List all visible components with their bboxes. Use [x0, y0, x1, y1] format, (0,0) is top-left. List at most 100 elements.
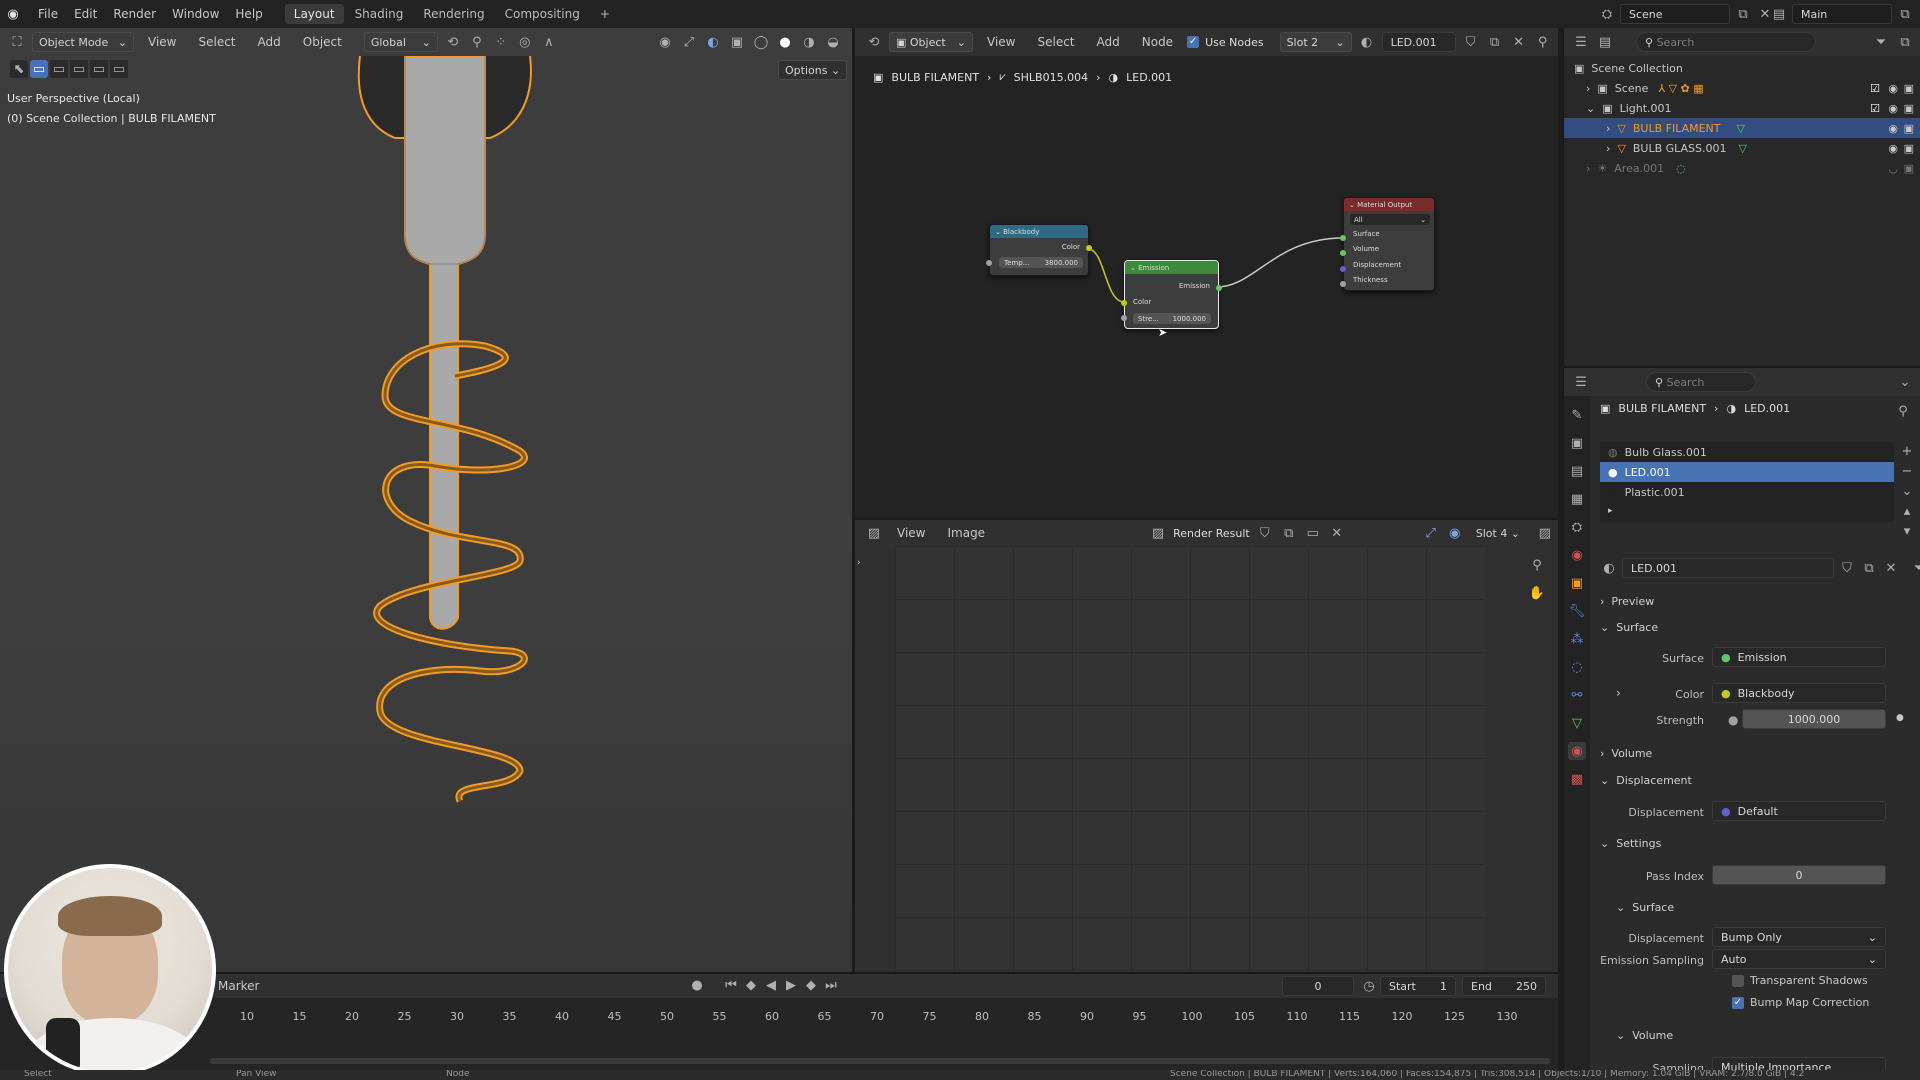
outliner-row-bulb-glass[interactable]: › ▽ BULB GLASS.001 ▽ ◉ ▣: [1564, 138, 1920, 158]
displacement-panel-header[interactable]: ⌄ Displacement: [1600, 769, 1692, 791]
filter-icon[interactable]: ⏷: [1872, 33, 1890, 51]
new-scene-icon[interactable]: ⧉: [1734, 5, 1752, 23]
collapse-icon[interactable]: ⌄: [1349, 201, 1357, 209]
end-frame-field[interactable]: End 250: [1462, 976, 1546, 996]
bulb-filament-model[interactable]: [340, 56, 560, 816]
outliner-search[interactable]: ⚲ Search: [1636, 32, 1816, 52]
viewport-menu-add[interactable]: Add: [250, 35, 289, 49]
render-tab-icon[interactable]: ▣: [1568, 434, 1586, 452]
mode-dropdown[interactable]: Object Mode ⌄: [32, 32, 134, 52]
select-extend-icon[interactable]: ▭: [50, 60, 68, 78]
volume-panel-header[interactable]: › Volume: [1600, 742, 1652, 764]
snap-icon[interactable]: ⚲: [468, 33, 486, 51]
eye-closed-icon[interactable]: ◡: [1888, 162, 1898, 175]
bump-map-correction-checkbox[interactable]: ✓: [1732, 996, 1744, 1009]
display-channels-icon[interactable]: ▨: [1536, 524, 1554, 542]
emission-color-socket[interactable]: [1121, 300, 1127, 306]
data-tab-icon[interactable]: ▽: [1568, 714, 1586, 732]
volume-socket[interactable]: [1340, 250, 1346, 256]
auto-keying-icon[interactable]: ●: [688, 976, 706, 994]
outliner-row-scene[interactable]: › ▣ Scene ⅄ ▽ ✿ ▦ ☑ ◉ ▣: [1564, 78, 1920, 98]
play-icon[interactable]: ▶: [782, 976, 800, 994]
tab-shading[interactable]: Shading: [346, 4, 413, 24]
scene-field[interactable]: Scene: [1620, 4, 1730, 24]
xray-icon[interactable]: ▣: [728, 33, 746, 51]
keyframe-dot-icon[interactable]: ●: [1896, 713, 1904, 723]
visibility-icon[interactable]: ◉: [656, 33, 674, 51]
camera-icon[interactable]: ▣: [1904, 142, 1914, 155]
transparent-shadows-row[interactable]: Transparent Shadows: [1732, 974, 1868, 987]
viewport-3d[interactable]: ⛶ Object Mode ⌄ View Select Add Object Gl…: [0, 28, 852, 972]
select-invert-icon[interactable]: ▭: [90, 60, 108, 78]
physics-tab-icon[interactable]: ◌: [1568, 658, 1586, 676]
settings-surface-subpanel[interactable]: ⌄ Surface: [1616, 896, 1674, 918]
settings-volume-subpanel[interactable]: ⌄ Volume: [1616, 1024, 1673, 1046]
target-dropdown[interactable]: All ⌄: [1350, 214, 1430, 225]
eye-icon[interactable]: ◉: [1888, 142, 1898, 155]
surface-shader-field[interactable]: ● Emission: [1712, 647, 1886, 667]
menu-help[interactable]: Help: [227, 7, 270, 21]
next-keyframe-icon[interactable]: ◆: [802, 976, 820, 994]
pan-hand-icon[interactable]: ✋: [1528, 584, 1546, 602]
material-name-field[interactable]: LED.001: [1622, 558, 1834, 578]
pivot-icon[interactable]: ⟲: [444, 33, 462, 51]
move-up-icon[interactable]: ▴: [1898, 502, 1916, 520]
sidebar-toggle-icon[interactable]: ›: [857, 558, 861, 568]
chevron-down-icon[interactable]: ⌄: [1896, 373, 1914, 391]
menu-file[interactable]: File: [30, 7, 66, 21]
image-menu-view[interactable]: View: [889, 526, 933, 540]
properties-editor[interactable]: ☰ ⚲ Search ⌄ ✎ ▣ ▤ ▦ ⛭ ◉ ▣ 🔧︎ ⁂ ◌ ⚯ ▽ ◉ …: [1561, 366, 1920, 1070]
particles-tab-icon[interactable]: ⁂: [1568, 630, 1586, 648]
prev-keyframe-icon[interactable]: ◆: [742, 976, 760, 994]
tab-rendering[interactable]: Rendering: [414, 4, 493, 24]
emission-sampling-dropdown[interactable]: Auto ⌄: [1712, 949, 1886, 969]
emission-node[interactable]: ⌄ Emission Emission Color Stre... 1000.0…: [1121, 260, 1222, 329]
select-new-icon[interactable]: ▭: [30, 60, 48, 78]
texture-tab-icon[interactable]: ▩: [1568, 770, 1586, 788]
play-reverse-icon[interactable]: ◀: [762, 976, 780, 994]
timeline-scrollbar[interactable]: [210, 1058, 1550, 1064]
blender-logo-icon[interactable]: ◉: [4, 5, 22, 23]
solid-shading-icon[interactable]: ●: [776, 33, 794, 51]
view-layer-tab-icon[interactable]: ▦: [1568, 490, 1586, 508]
scene-tab-icon[interactable]: ⛭: [1568, 518, 1586, 536]
eye-icon[interactable]: ◉: [1888, 102, 1898, 115]
tab-compositing[interactable]: Compositing: [496, 4, 589, 24]
proportional-edit-icon[interactable]: ◎: [516, 33, 534, 51]
current-frame-field[interactable]: 0: [1282, 976, 1354, 996]
surface-socket[interactable]: [1340, 235, 1346, 241]
fake-user-icon[interactable]: ⛉: [1838, 559, 1856, 577]
menu-edit[interactable]: Edit: [66, 7, 105, 21]
viewport-menu-object[interactable]: Object: [295, 35, 350, 49]
preview-range-icon[interactable]: ◷: [1360, 977, 1378, 995]
overlay-icon[interactable]: ◐: [704, 33, 722, 51]
outliner-type-icon[interactable]: ☰: [1572, 33, 1590, 51]
add-slot-icon[interactable]: +: [1898, 442, 1916, 460]
bump-map-correction-row[interactable]: ✓ Bump Map Correction: [1732, 996, 1869, 1009]
jump-end-icon[interactable]: ⏭: [822, 976, 840, 994]
select-subtract-icon[interactable]: ▭: [70, 60, 88, 78]
scene-icon[interactable]: ⛭: [1598, 5, 1616, 23]
image-slot-dropdown[interactable]: Slot 4 ⌄: [1469, 523, 1530, 543]
camera-icon[interactable]: ▣: [1904, 122, 1914, 135]
material-output-node[interactable]: ⌄ Material Output All ⌄ Surface Volume Di…: [1340, 197, 1435, 291]
menu-render[interactable]: Render: [105, 7, 164, 21]
material-shading-icon[interactable]: ◑: [800, 33, 818, 51]
viewport-menu-view[interactable]: View: [140, 35, 184, 49]
strength-field[interactable]: 1000.000: [1742, 709, 1886, 729]
blackbody-temp-socket[interactable]: [986, 260, 992, 266]
object-tab-icon[interactable]: ▣: [1568, 574, 1586, 592]
options-button[interactable]: Options ⌄: [778, 60, 848, 80]
displacement-socket[interactable]: [1340, 266, 1346, 272]
menu-window[interactable]: Window: [164, 7, 227, 21]
temperature-field[interactable]: Temp... 3800.000: [999, 257, 1083, 268]
checkbox-icon[interactable]: ☑: [1870, 102, 1880, 115]
collapse-icon[interactable]: ⌄: [995, 228, 1003, 236]
fake-user-icon[interactable]: ⛉: [1256, 524, 1274, 542]
viewlayer-icon[interactable]: ▤: [1770, 5, 1788, 23]
overlays-icon[interactable]: ◉: [1446, 524, 1464, 542]
emission-node-header[interactable]: ⌄ Emission: [1125, 261, 1218, 274]
preview-panel-header[interactable]: › Preview: [1600, 590, 1654, 612]
falloff-icon[interactable]: ∧: [540, 33, 558, 51]
material-browse-icon[interactable]: ◐: [1600, 559, 1618, 577]
